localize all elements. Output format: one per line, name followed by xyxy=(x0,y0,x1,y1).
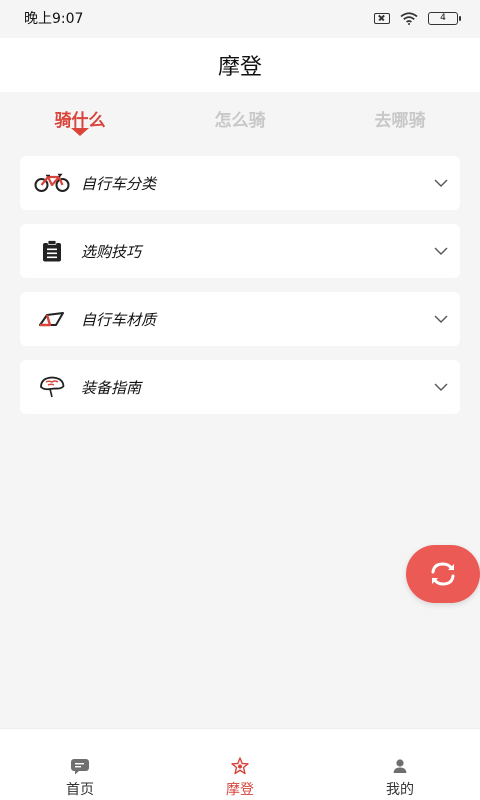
refresh-icon xyxy=(431,562,455,586)
tab-label: 去哪骑 xyxy=(374,111,426,131)
chevron-down-icon xyxy=(434,382,448,392)
chevron-down-icon xyxy=(434,178,448,188)
status-time: 晚上9:07 xyxy=(24,11,84,27)
card-label: 选购技巧 xyxy=(81,242,142,261)
helmet-icon xyxy=(34,372,70,402)
bottom-nav: 首页 摩登 我的 xyxy=(0,728,480,800)
card-label: 自行车材质 xyxy=(81,310,157,329)
card-label: 自行车分类 xyxy=(81,174,157,193)
card-buying-tips[interactable]: 选购技巧 xyxy=(20,224,460,278)
nav-mine[interactable]: 我的 xyxy=(320,729,480,800)
user-icon xyxy=(390,757,410,775)
card-gear-guide[interactable]: 装备指南 xyxy=(20,360,460,414)
tab-where-to-ride[interactable]: 去哪骑 xyxy=(320,92,480,140)
nav-label: 首页 xyxy=(66,782,94,798)
nav-modern[interactable]: 摩登 xyxy=(160,729,320,800)
category-tabs: 骑什么 怎么骑 去哪骑 xyxy=(0,92,480,140)
tab-how-to-ride[interactable]: 怎么骑 xyxy=(160,92,320,140)
battery-icon: 4 xyxy=(428,11,461,25)
status-bar: 晚上9:07 4 xyxy=(0,0,480,36)
category-list: 自行车分类 选购技巧 自行车材质 装备指南 xyxy=(20,156,460,428)
no-sim-icon xyxy=(374,12,390,24)
refresh-button[interactable] xyxy=(406,545,480,603)
app-header: 摩登 xyxy=(0,38,480,92)
star-icon xyxy=(230,757,250,775)
tab-indicator xyxy=(71,128,89,136)
wifi-icon xyxy=(400,11,418,25)
message-icon xyxy=(70,757,90,775)
tab-what-to-ride[interactable]: 骑什么 xyxy=(0,92,160,140)
clipboard-icon xyxy=(34,236,70,266)
nav-home[interactable]: 首页 xyxy=(0,729,160,800)
card-label: 装备指南 xyxy=(81,378,142,397)
battery-level: 4 xyxy=(440,12,446,23)
chevron-down-icon xyxy=(434,246,448,256)
nav-label: 我的 xyxy=(386,782,414,798)
page-title: 摩登 xyxy=(217,55,262,80)
bicycle-icon xyxy=(34,168,70,198)
card-bike-types[interactable]: 自行车分类 xyxy=(20,156,460,210)
status-icons: 4 xyxy=(374,11,461,25)
card-bike-materials[interactable]: 自行车材质 xyxy=(20,292,460,346)
tab-label: 怎么骑 xyxy=(214,111,266,131)
bike-frame-icon xyxy=(34,304,70,334)
nav-label: 摩登 xyxy=(226,782,254,798)
chevron-down-icon xyxy=(434,314,448,324)
